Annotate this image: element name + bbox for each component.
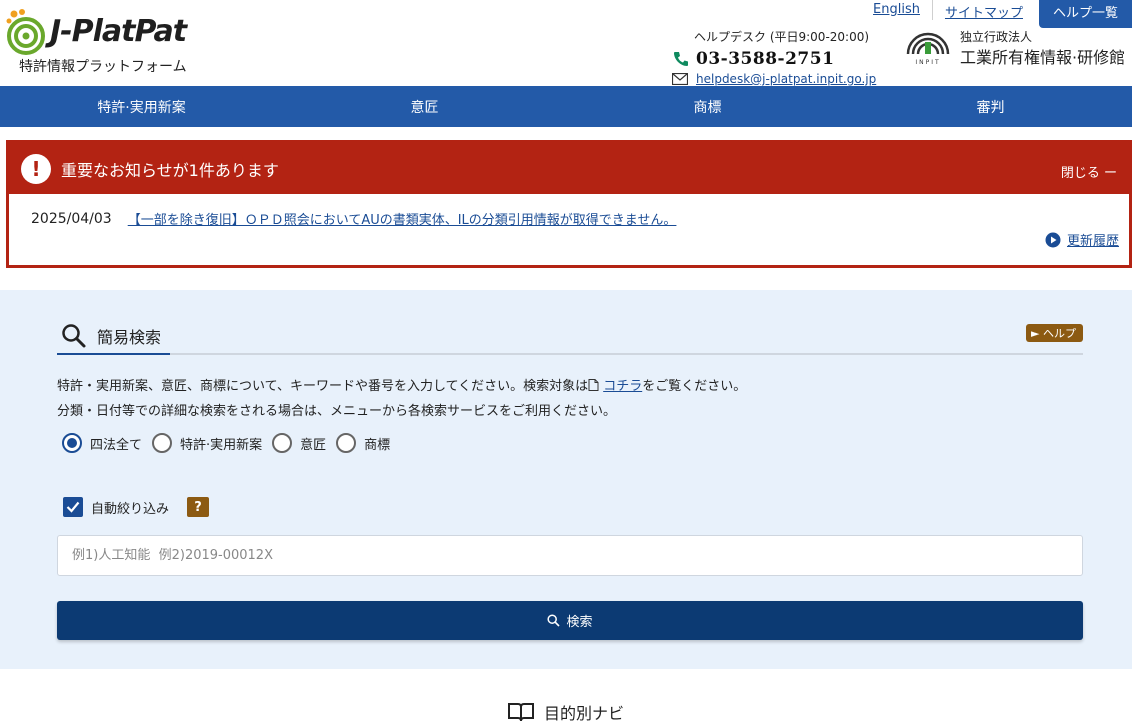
book-icon <box>508 703 534 722</box>
radio-label: 商標 <box>364 437 391 453</box>
search-title: 簡易検索 <box>97 327 162 347</box>
logo-subtitle: 特許情報プラットフォーム <box>19 59 187 75</box>
important-notice: ! 重要なお知らせが1件あります 閉じる ー 2025/04/03 【一部を除き… <box>6 140 1132 268</box>
main-nav: 特許·実用新案 意匠 商標 審判 <box>0 86 1132 127</box>
desc-text-post: をご覧ください。 <box>642 379 747 394</box>
description-line-1: 特許・実用新案、意匠、商標について、キーワードや番号を入力してください。検索対象… <box>57 374 746 399</box>
update-history-link[interactable]: 更新履歴 <box>1045 230 1119 249</box>
search-title-tab: 簡易検索 <box>57 318 170 355</box>
radio-label: 四法全て <box>90 437 143 453</box>
nav-trademark[interactable]: 商標 <box>566 86 849 127</box>
search-icon <box>547 614 561 627</box>
purpose-nav-heading: 目的別ナビ <box>508 700 624 724</box>
play-circle-icon <box>1045 232 1061 247</box>
nav-design[interactable]: 意匠 <box>283 86 566 127</box>
inpit-org-name: 工業所有権情報·研修館 <box>960 48 1126 67</box>
auto-filter-help-icon[interactable]: ? <box>187 497 210 517</box>
target-info-link[interactable]: コチラ <box>603 379 642 394</box>
site-header: J-PlatPat 特許情報プラットフォーム English サイトマップ ヘル… <box>0 0 1132 86</box>
inpit-logo[interactable]: INPIT 独立行政法人 工業所有権情報·研修館 <box>904 28 1132 68</box>
sitemap-link[interactable]: サイトマップ <box>933 0 1035 21</box>
notice-header: ! 重要なお知らせが1件あります 閉じる ー <box>9 143 1129 194</box>
law-type-radio-group: 四法全て 特許·実用新案 意匠 商標 <box>62 433 400 453</box>
auto-filter-checkbox[interactable] <box>63 497 83 517</box>
radio-all-four[interactable]: 四法全て <box>62 433 142 453</box>
search-button-label: 検索 <box>566 615 593 630</box>
help-list-tab[interactable]: ヘルプ一覧 <box>1038 0 1132 28</box>
search-icon <box>62 323 86 347</box>
j-platpat-logo[interactable]: J-PlatPat 特許情報プラットフォーム <box>6 6 206 76</box>
desc-text-pre: 特許・実用新案、意匠、商標について、キーワードや番号を入力してください。検索対象… <box>57 379 589 394</box>
inpit-org-type: 独立行政法人 <box>960 30 1033 44</box>
notice-date: 2025/04/03 <box>31 210 112 227</box>
search-help-button[interactable]: ► ヘルプ <box>1026 324 1083 342</box>
mail-icon <box>672 73 688 85</box>
description-line-2: 分類・日付等での詳細な検索をされる場合は、メニューから各検索サービスをご利用くだ… <box>57 404 617 419</box>
nav-appeal[interactable]: 審判 <box>849 86 1132 127</box>
helpdesk-email-link[interactable]: helpdesk@j-platpat.inpit.go.jp <box>696 72 876 86</box>
purpose-nav-title: 目的別ナビ <box>544 704 625 723</box>
checkmark-icon <box>66 501 80 513</box>
phone-icon <box>674 52 688 66</box>
helpdesk-info: ヘルプデスク (平日9:00-20:00) 03-3588-2751 helpd… <box>672 28 892 86</box>
notice-link[interactable]: 【一部を除き復旧】ＯＰＤ照会においてAUの書類実体、ILの分類引用情報が取得でき… <box>128 209 677 228</box>
radio-trademark[interactable]: 商標 <box>336 433 390 453</box>
helpdesk-phone: 03-3588-2751 <box>672 49 892 69</box>
inpit-logo-text: INPIT <box>915 59 940 66</box>
radio-circle[interactable] <box>336 433 357 453</box>
radio-design[interactable]: 意匠 <box>272 433 326 453</box>
phone-number: 03-3588-2751 <box>696 49 835 69</box>
radio-circle[interactable] <box>62 433 82 453</box>
auto-filter-row: 自動絞り込み ? <box>63 497 210 517</box>
auto-filter-label: 自動絞り込み <box>91 501 170 517</box>
simple-search-section: 簡易検索 ► ヘルプ 特許・実用新案、意匠、商標について、キーワードや番号を入力… <box>0 290 1132 669</box>
search-header: 簡易検索 ► ヘルプ <box>57 318 1083 355</box>
top-links: English サイトマップ ヘルプ一覧 <box>861 0 1132 28</box>
document-icon <box>588 379 599 391</box>
helpdesk-title: ヘルプデスク (平日9:00-20:00) <box>694 30 870 44</box>
logo-mark-icon <box>6 9 45 55</box>
search-button[interactable]: 検索 <box>57 601 1083 640</box>
nav-patent[interactable]: 特許·実用新案 <box>0 86 283 127</box>
radio-circle[interactable] <box>152 433 173 453</box>
radio-circle[interactable] <box>272 433 293 453</box>
radio-patent[interactable]: 特許·実用新案 <box>152 433 262 453</box>
logo-text: J-PlatPat <box>50 14 187 49</box>
search-input[interactable] <box>57 535 1083 576</box>
notice-item: 2025/04/03 【一部を除き復旧】ＯＰＤ照会においてAUの書類実体、ILの… <box>9 194 1129 229</box>
english-link[interactable]: English <box>861 0 933 20</box>
notice-title: 重要なお知らせが1件あります <box>61 160 279 180</box>
radio-label: 意匠 <box>300 437 327 453</box>
search-description: 特許・実用新案、意匠、商標について、キーワードや番号を入力してください。検索対象… <box>57 374 746 424</box>
exclamation-icon: ! <box>21 153 51 184</box>
radio-label: 特許·実用新案 <box>180 437 263 453</box>
inpit-mark-icon: INPIT <box>906 32 950 66</box>
notice-close-button[interactable]: 閉じる ー <box>1061 162 1117 181</box>
helpdesk-mail: helpdesk@j-platpat.inpit.go.jp <box>672 72 892 86</box>
update-history-label: 更新履歴 <box>1066 234 1119 249</box>
